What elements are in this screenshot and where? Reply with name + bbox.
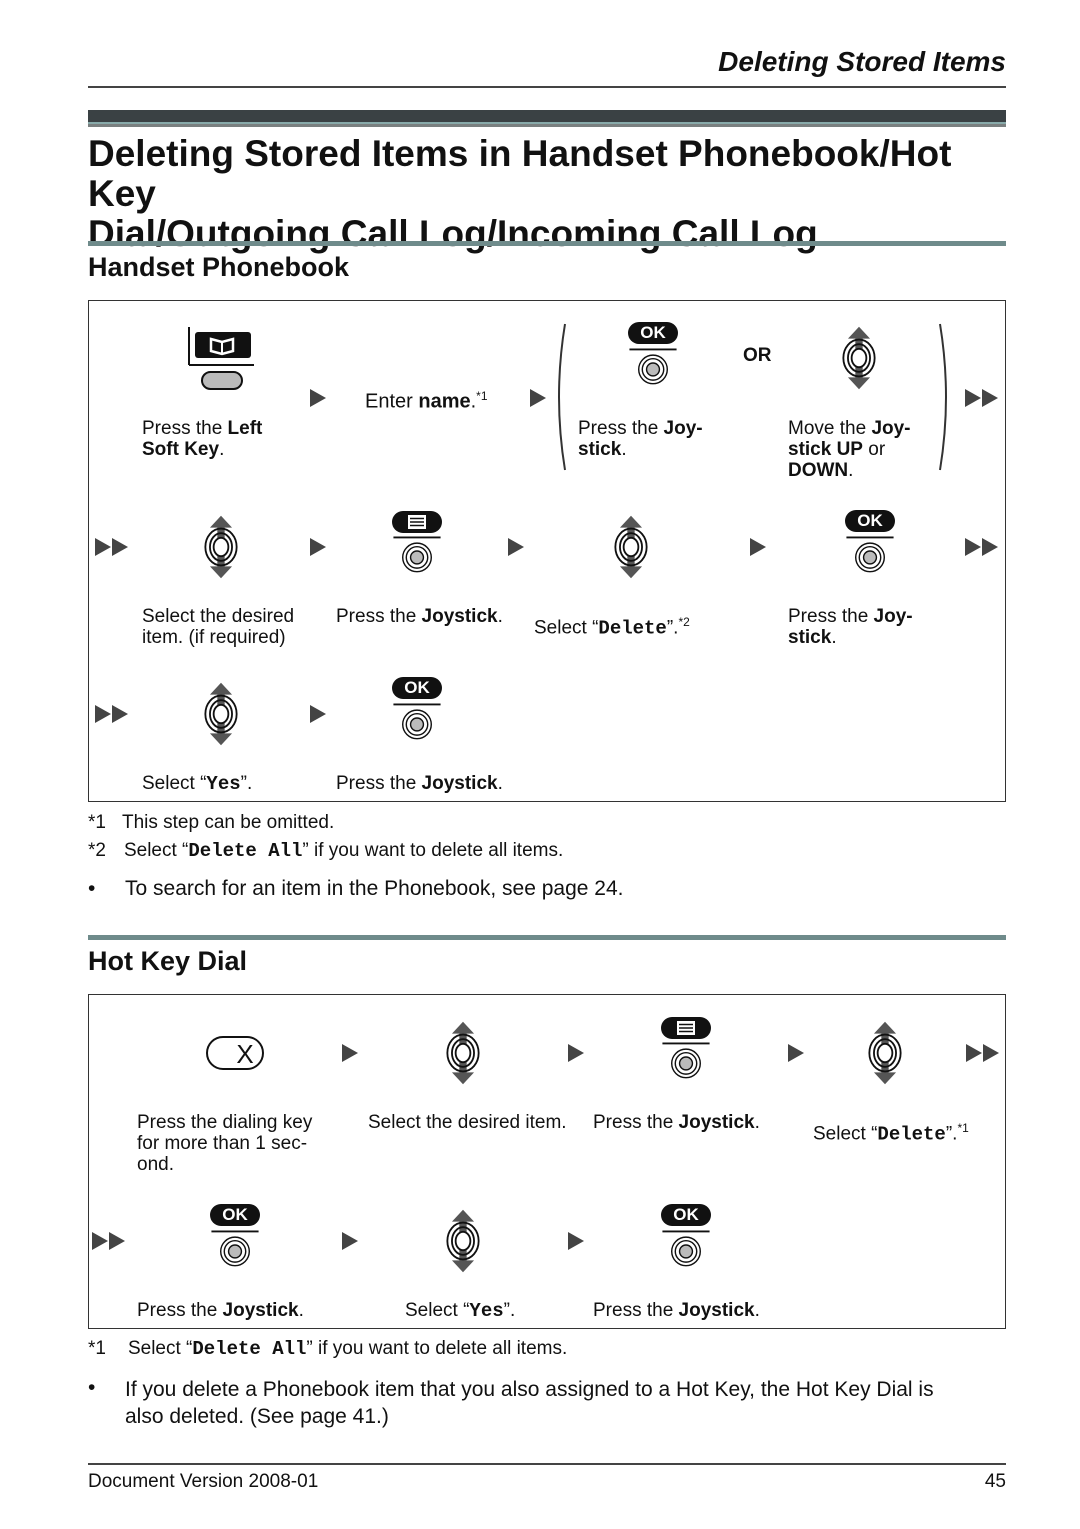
joystick-up-down-icon [608,512,654,582]
step-press-joystick: Press the Joy-stick. [788,606,913,648]
step-press-joystick: Press the Joy-stick. [578,418,703,460]
svg-text:X: X [236,1039,253,1069]
next-arrow-icon [310,538,326,556]
section-heading-phonebook: Handset Phonebook [88,252,350,282]
next-arrow-icon [788,1044,804,1062]
step-press-joystick: Press the Joystick. [137,1300,304,1321]
ok-key-icon: OK [202,1204,260,1226]
title-band-underline [88,124,1006,127]
title-band [88,110,1006,124]
phonebook-soft-key-icon [187,327,257,393]
continue-arrow-icon [95,538,128,556]
dialing-key-icon: X [205,1035,265,1071]
ok-key-icon: OK [837,510,895,532]
page-title-line-1: Deleting Stored Items in Handset Phonebo… [88,133,952,214]
next-arrow-icon [342,1044,358,1062]
continue-arrow-icon [92,1232,125,1250]
footer-rule [88,1463,1006,1465]
footnote: *2 Select “Delete All” if you want to del… [88,840,564,862]
right-paren [938,322,952,472]
next-arrow-icon [342,1232,358,1250]
step-move-joystick: Move the Joy-stick UP or DOWN. [788,418,911,481]
continue-arrow-icon [965,389,998,407]
next-arrow-icon [530,389,546,407]
menu-key-icon [660,1016,712,1040]
step-select-yes: Select “Yes”. [142,773,253,795]
next-arrow-icon [568,1232,584,1250]
joystick-up-down-icon [198,512,244,582]
step-press-joystick: Press the Joystick. [593,1112,760,1133]
joystick-up-down-icon [862,1018,908,1088]
header-rule [88,86,1006,88]
joystick-press-icon [653,1230,719,1280]
section-rule [88,241,1006,246]
note-bullet: • [88,877,96,900]
step-select-delete: Select “Delete”.*2 [534,615,690,640]
ok-key-icon: OK [384,677,442,699]
joystick-press-icon [653,1042,719,1092]
step-select-item: Select the desired item. [368,1112,567,1133]
footnote: *1 Select “Delete All” if you want to del… [88,1338,568,1360]
joystick-up-down-icon [198,679,244,749]
section-rule [88,935,1006,940]
page-number: 45 [984,1471,1006,1492]
page-title: Deleting Stored Items in Handset Phonebo… [88,134,1018,254]
next-arrow-icon [568,1044,584,1062]
joystick-press-icon [620,348,686,398]
next-arrow-icon [750,538,766,556]
step-press-dialing-key: Press the dialing key for more than 1 sec… [137,1112,313,1175]
step-select-item: Select the desired item. (if required) [142,606,295,648]
step-press-joystick: Press the Joystick. [336,606,503,627]
joystick-press-icon [202,1230,268,1280]
running-header: Deleting Stored Items [718,46,1006,77]
step-select-yes: Select “Yes”. [405,1300,516,1322]
page-title-line-2: Dial/Outgoing Call Log/Incoming Call Log [88,213,818,254]
note-hotkey-deletion: If you delete a Phonebook item that you … [125,1378,934,1428]
joystick-press-icon [837,536,903,586]
menu-key-icon [391,510,443,534]
step-press-left-soft-key: Press the Left Soft Key. [142,418,263,460]
continue-arrow-icon [966,1044,999,1062]
document-version: Document Version 2008-01 [88,1471,319,1492]
continue-arrow-icon [965,538,998,556]
note-bullet: • [88,1376,96,1399]
footnote: *1 This step can be omitted. [88,812,335,833]
note-search-link: To search for an item in the Phonebook, … [125,877,624,900]
ok-key-icon: OK [620,322,678,344]
joystick-press-icon [384,536,450,586]
ok-key-icon: OK [653,1204,711,1226]
next-arrow-icon [310,389,326,407]
next-arrow-icon [508,538,524,556]
step-press-joystick: Press the Joystick. [336,773,503,794]
joystick-up-down-icon [836,323,882,393]
joystick-press-icon [384,703,450,753]
or-label: OR [743,345,772,366]
left-paren [553,322,567,472]
section-heading-hotkey: Hot Key Dial [88,946,248,976]
joystick-up-down-icon [440,1206,486,1276]
continue-arrow-icon [95,705,128,723]
next-arrow-icon [310,705,326,723]
step-press-joystick: Press the Joystick. [593,1300,760,1321]
step-select-delete: Select “Delete”.*1 [813,1121,969,1146]
joystick-up-down-icon [440,1018,486,1088]
step-enter-name: Enter name.*1 [365,389,488,413]
